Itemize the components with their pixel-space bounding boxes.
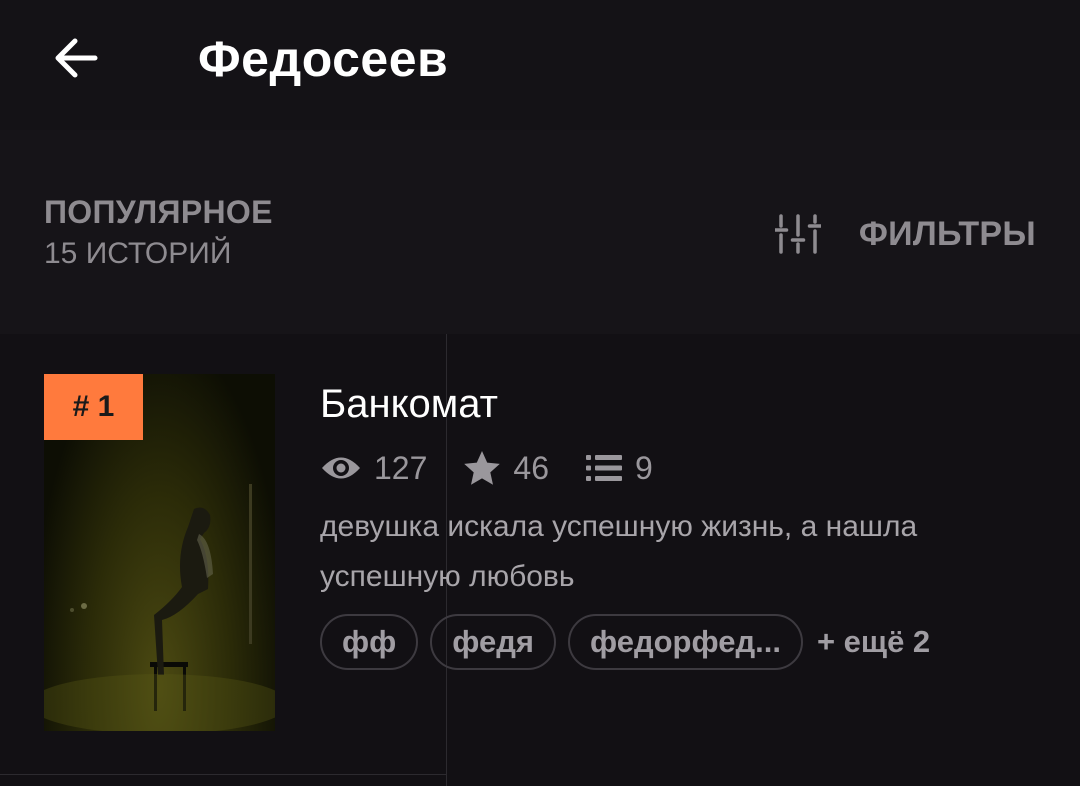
tag-chip[interactable]: федорфед...	[567, 614, 803, 670]
views-stat: 127	[320, 450, 427, 487]
top-bar: Федосеев	[0, 0, 1080, 130]
star-icon	[464, 451, 501, 485]
back-button[interactable]	[40, 22, 112, 94]
story-count: 15 ИСТОРИЙ	[44, 237, 232, 270]
story-stats: 127 46 9	[320, 448, 689, 488]
sort-selector[interactable]: ПОПУЛЯРНОЕ 15 ИСТОРИЙ	[44, 194, 273, 271]
story-list: # 1 Банкомат 127 46 9 девушка искала усп…	[0, 334, 1080, 786]
app-root: Федосеев ПОПУЛЯРНОЕ 15 ИСТОРИЙ ФИЛЬТРЫ #…	[0, 0, 1080, 786]
story-cover-image[interactable]: # 1	[44, 374, 275, 731]
tag-list: фф федя федорфед... + ещё 2	[320, 614, 930, 670]
parts-stat: 9	[585, 450, 653, 487]
rank-badge: # 1	[44, 374, 143, 440]
views-count: 127	[374, 449, 428, 486]
sort-label: ПОПУЛЯРНОЕ	[44, 194, 273, 230]
parts-count: 9	[634, 449, 653, 486]
page-title: Федосеев	[198, 31, 449, 87]
story-description: девушка искала успешную жизнь, а нашла у…	[320, 510, 918, 593]
sliders-icon	[774, 214, 821, 254]
tag-chip[interactable]: федя	[430, 614, 556, 670]
votes-stat: 46	[463, 450, 549, 487]
sort-filter-bar: ПОПУЛЯРНОЕ 15 ИСТОРИЙ ФИЛЬТРЫ	[0, 130, 1080, 334]
votes-count: 46	[513, 449, 549, 486]
eye-icon	[322, 457, 360, 479]
tag-chip[interactable]: фф	[320, 614, 419, 670]
more-tags-link[interactable]: + ещё 2	[817, 624, 930, 660]
story-title[interactable]: Банкомат	[320, 382, 498, 427]
list-icon	[585, 455, 622, 481]
filters-button[interactable]: ФИЛЬТРЫ	[774, 212, 1036, 256]
story-card[interactable]: # 1 Банкомат 127 46 9 девушка искала усп…	[0, 334, 1080, 774]
arrow-left-icon	[55, 38, 98, 78]
divider	[0, 774, 446, 775]
filters-label: ФИЛЬТРЫ	[858, 214, 1036, 253]
